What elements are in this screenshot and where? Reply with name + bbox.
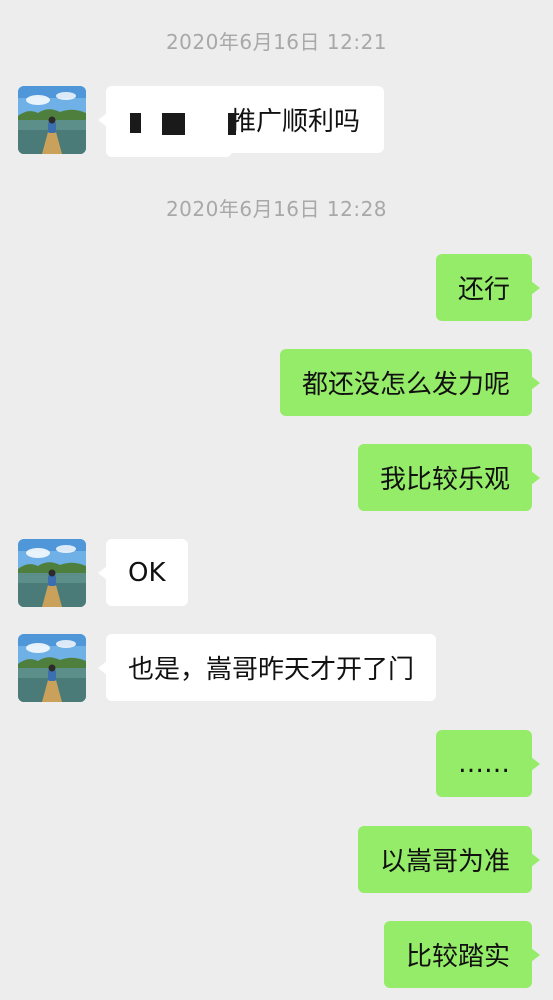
- contact-avatar[interactable]: [18, 634, 86, 702]
- contact-avatar[interactable]: [18, 86, 86, 154]
- message-bubble-outgoing[interactable]: ……: [436, 730, 540, 797]
- redaction-mark: [130, 113, 141, 133]
- message-bubble-incoming[interactable]: 也是，嵩哥昨天才开了门: [97, 634, 437, 701]
- message-text: 也是，嵩哥昨天才开了门: [128, 655, 415, 685]
- message-text: OK: [128, 557, 166, 588]
- message-bubble-outgoing[interactable]: 都还没怎么发力呢: [279, 349, 541, 416]
- message-text: 我比较乐观: [379, 465, 510, 495]
- message-text: 都还没怎么发力呢: [301, 370, 510, 400]
- lake-boat-avatar-icon: [18, 539, 86, 607]
- message-text: 还行: [457, 275, 510, 305]
- message-bubble-incoming[interactable]: OK: [98, 539, 188, 606]
- message-text: 比较踏实: [405, 942, 510, 972]
- message-text: 推广顺利吗: [230, 107, 361, 137]
- message-bubble-outgoing[interactable]: 我比较乐观: [357, 444, 541, 511]
- message-bubble-outgoing[interactable]: 比较踏实: [383, 921, 541, 988]
- message-text: ……: [458, 748, 510, 779]
- timestamp: 2020年6月16日 12:21: [165, 30, 388, 54]
- redaction-mark: [228, 113, 236, 135]
- redaction-mark: [162, 113, 185, 135]
- lake-boat-avatar-icon: [18, 634, 86, 702]
- message-bubble-outgoing[interactable]: 以嵩哥为准: [357, 826, 541, 893]
- contact-avatar[interactable]: [18, 539, 86, 607]
- lake-boat-avatar-icon: [18, 86, 86, 154]
- message-bubble-outgoing[interactable]: 还行: [435, 254, 541, 321]
- timestamp: 2020年6月16日 12:28: [165, 197, 388, 221]
- message-text: 以嵩哥为准: [379, 847, 510, 877]
